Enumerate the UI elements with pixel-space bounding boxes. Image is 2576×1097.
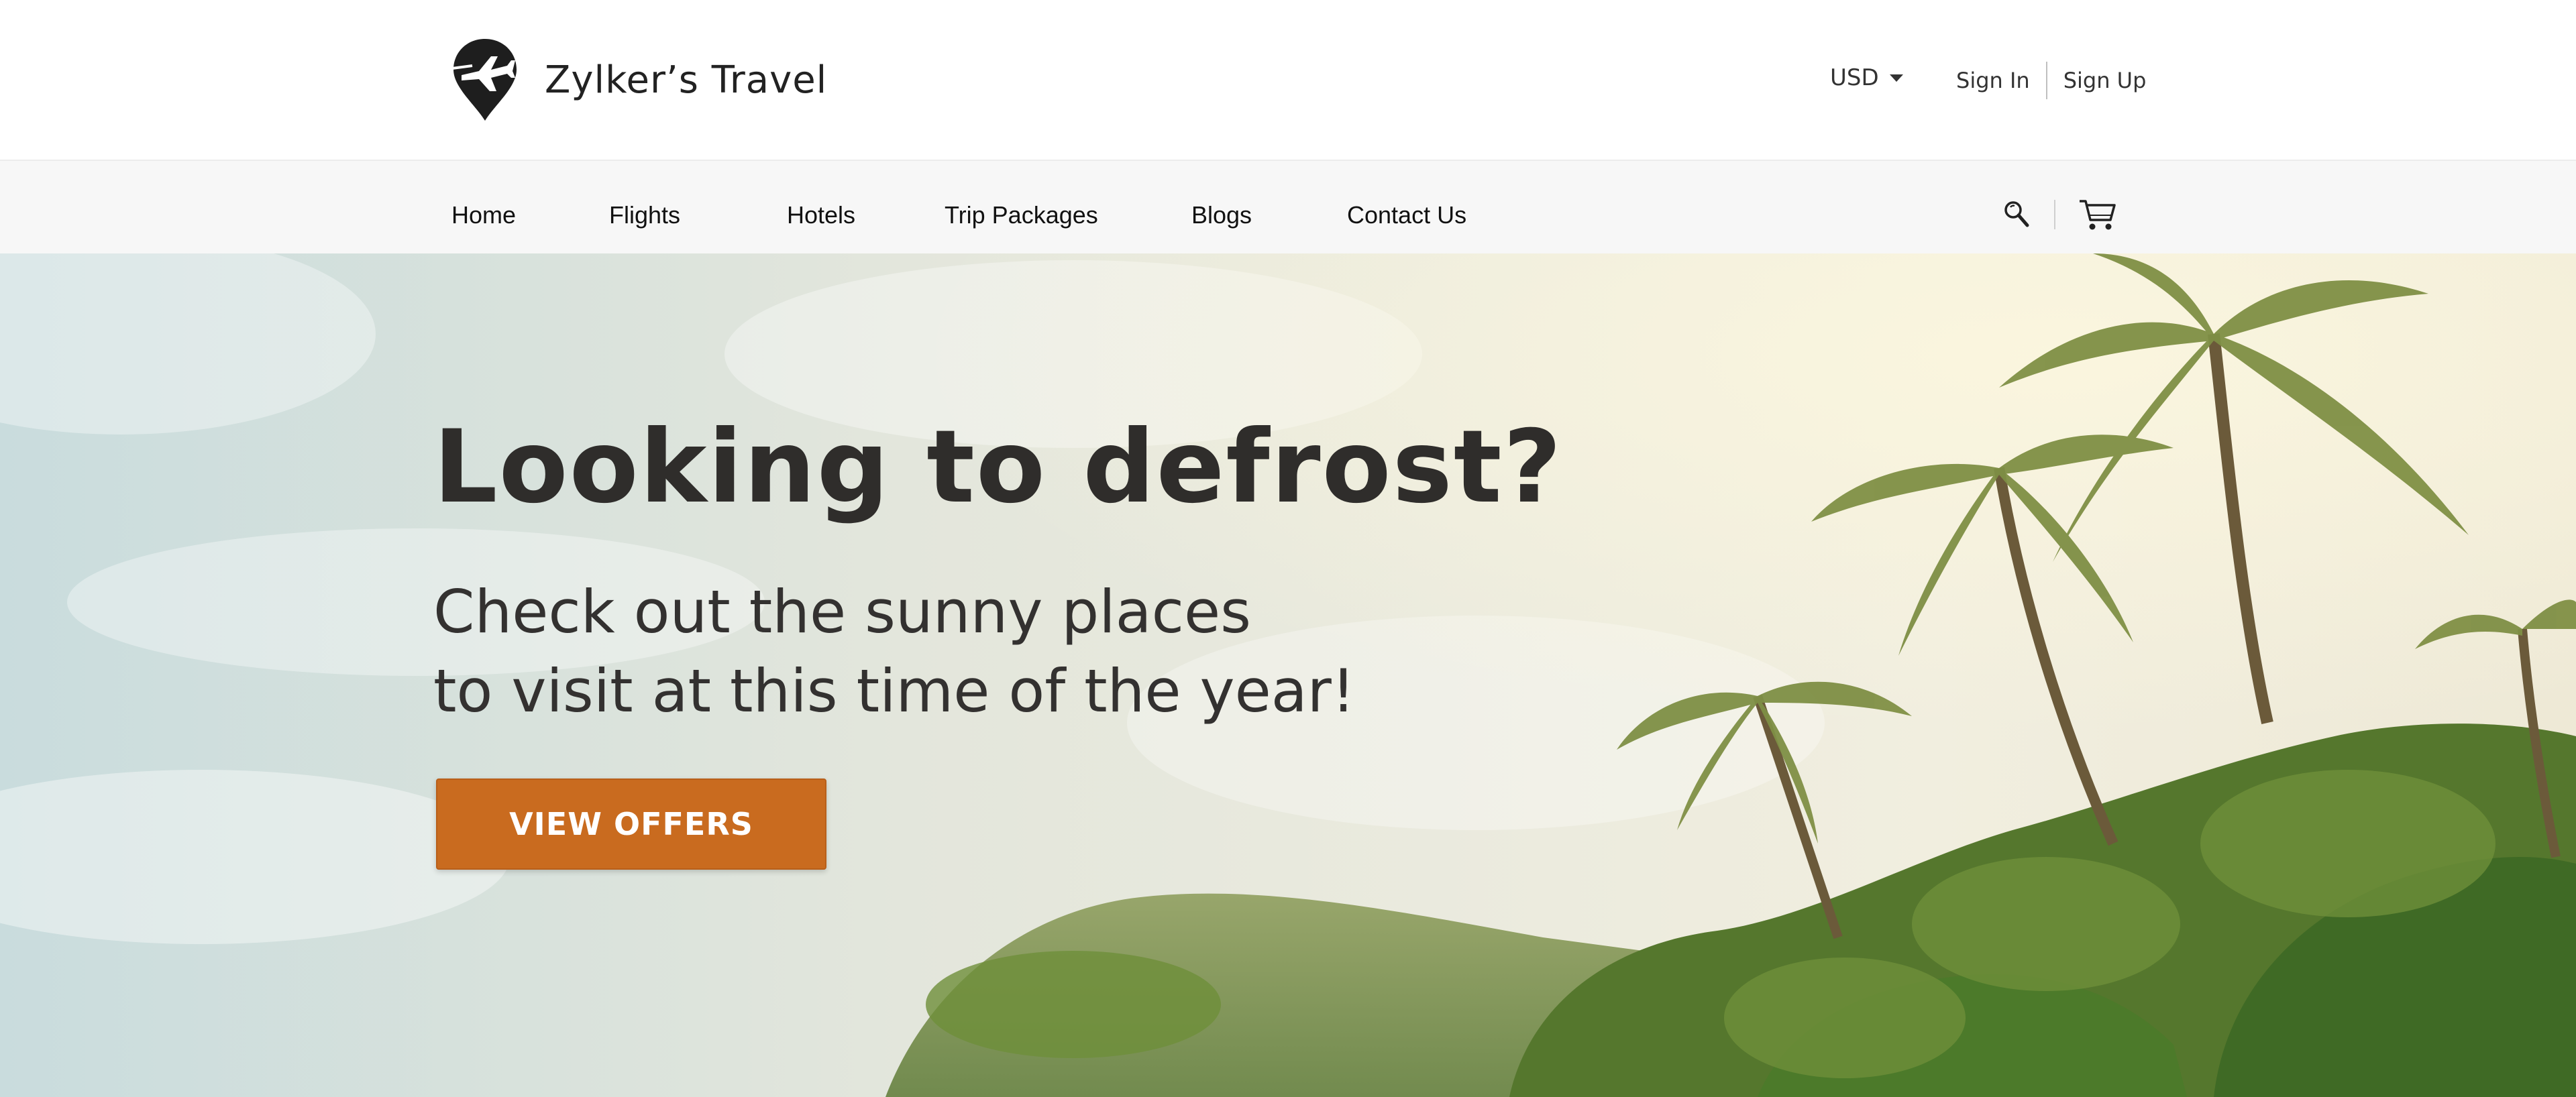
sign-in-link[interactable]: Sign In (1956, 68, 2030, 93)
hero-subtitle: Check out the sunny places to visit at t… (433, 573, 1440, 731)
view-offers-button[interactable]: VIEW OFFERS (436, 778, 826, 870)
nav-item-contact-us[interactable]: Contact Us (1347, 201, 1466, 229)
brand-name: Zylker’s Travel (545, 58, 828, 102)
nav-item-trip-packages[interactable]: Trip Packages (945, 201, 1098, 229)
brand-logo-link[interactable]: Zylker’s Travel (448, 36, 827, 123)
search-icon[interactable] (2003, 200, 2030, 229)
nav-tools (2003, 197, 2117, 232)
hero-subtitle-line-2: to visit at this time of the year! (433, 656, 1356, 726)
tools-divider (2054, 200, 2055, 229)
auth-links: Sign In Sign Up (1956, 62, 2146, 99)
currency-selected-value: USD (1830, 64, 1879, 91)
site-header: Zylker’s Travel USD Sign In Sign Up (0, 0, 2576, 161)
hero-subtitle-line-1: Check out the sunny places (433, 577, 1251, 646)
sign-up-link[interactable]: Sign Up (2063, 68, 2147, 93)
main-navigation: Home Flights Hotels Trip Packages Blogs … (0, 161, 2576, 253)
nav-item-blogs[interactable]: Blogs (1191, 201, 1252, 229)
nav-item-flights[interactable]: Flights (609, 201, 680, 229)
hero-title: Looking to defrost? (433, 409, 1563, 526)
caret-down-icon (1889, 74, 1903, 82)
hero-banner: Looking to defrost? Check out the sunny … (0, 253, 2576, 1097)
nav-item-hotels[interactable]: Hotels (787, 201, 855, 229)
nav-item-home[interactable]: Home (451, 201, 516, 229)
map-pin-airplane-icon (451, 39, 517, 121)
currency-selector[interactable]: USD (1830, 64, 1903, 91)
shopping-cart-icon[interactable] (2078, 197, 2117, 232)
auth-divider (2045, 62, 2047, 99)
